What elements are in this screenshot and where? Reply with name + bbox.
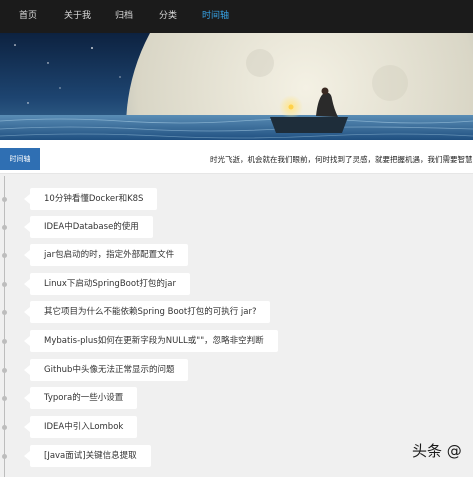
- timeline-entry: jar包启动的时，指定外部配置文件: [0, 244, 300, 266]
- timeline-dot: [2, 197, 7, 202]
- nav-home[interactable]: 首页: [19, 0, 37, 33]
- timeline-entry: [Java面试]关键信息提取: [0, 445, 300, 467]
- timeline-entry: IDEA中引入Lombok: [0, 416, 300, 438]
- post-link[interactable]: 其它项目为什么不能依赖Spring Boot打包的可执行 jar?: [30, 301, 271, 323]
- nav-categories[interactable]: 分类: [159, 0, 177, 33]
- nav-timeline[interactable]: 时间轴: [202, 0, 229, 33]
- motto-text: 时光飞逝，机会就在我们眼前，何时找到了灵感，就要把握机遇，我们需要智慧: [210, 155, 473, 164]
- timeline-entry: Github中头像无法正常显示的问题: [0, 359, 300, 381]
- nav-about[interactable]: 关于我: [64, 0, 91, 33]
- post-link[interactable]: jar包启动的时，指定外部配置文件: [30, 244, 189, 266]
- timeline-dot: [2, 253, 7, 258]
- timeline: 10分钟看懂Docker和K8S IDEA中Database的使用 jar包启动…: [0, 176, 473, 477]
- timeline-entry: Linux下启动SpringBoot打包的jar: [0, 273, 300, 295]
- timeline-dot: [2, 310, 7, 315]
- post-link[interactable]: 10分钟看懂Docker和K8S: [30, 188, 158, 210]
- post-link[interactable]: Linux下启动SpringBoot打包的jar: [30, 273, 190, 295]
- timeline-dot: [2, 368, 7, 373]
- timeline-dot: [2, 282, 7, 287]
- post-link[interactable]: Github中头像无法正常显示的问题: [30, 359, 189, 381]
- timeline-entry: Typora的一些小设置: [0, 387, 300, 409]
- timeline-entry: 10分钟看懂Docker和K8S: [0, 188, 300, 210]
- timeline-tab[interactable]: 时间轴: [0, 148, 40, 170]
- nav-archive[interactable]: 归档: [115, 0, 133, 33]
- sub-header: 时间轴 时光飞逝，机会就在我们眼前，何时找到了灵感，就要把握机遇，我们需要智慧: [0, 140, 473, 174]
- timeline-dot: [2, 425, 7, 430]
- timeline-dot: [2, 225, 7, 230]
- banner-image: [0, 33, 473, 140]
- post-link[interactable]: Mybatis-plus如何在更新字段为NULL或""，忽略非空判断: [30, 330, 278, 352]
- post-link[interactable]: Typora的一些小设置: [30, 387, 138, 409]
- timeline-dot: [2, 454, 7, 459]
- timeline-entry: IDEA中Database的使用: [0, 216, 300, 238]
- watermark-text: 头条 @: [412, 442, 462, 460]
- post-link[interactable]: [Java面试]关键信息提取: [30, 445, 151, 467]
- timeline-dot: [2, 396, 7, 401]
- top-nav: 首页 关于我 归档 分类 时间轴: [0, 0, 473, 33]
- post-link[interactable]: IDEA中引入Lombok: [30, 416, 138, 438]
- timeline-entry: Mybatis-plus如何在更新字段为NULL或""，忽略非空判断: [0, 330, 300, 352]
- post-link[interactable]: IDEA中Database的使用: [30, 216, 153, 238]
- timeline-entry: 其它项目为什么不能依赖Spring Boot打包的可执行 jar?: [0, 301, 300, 323]
- timeline-dot: [2, 339, 7, 344]
